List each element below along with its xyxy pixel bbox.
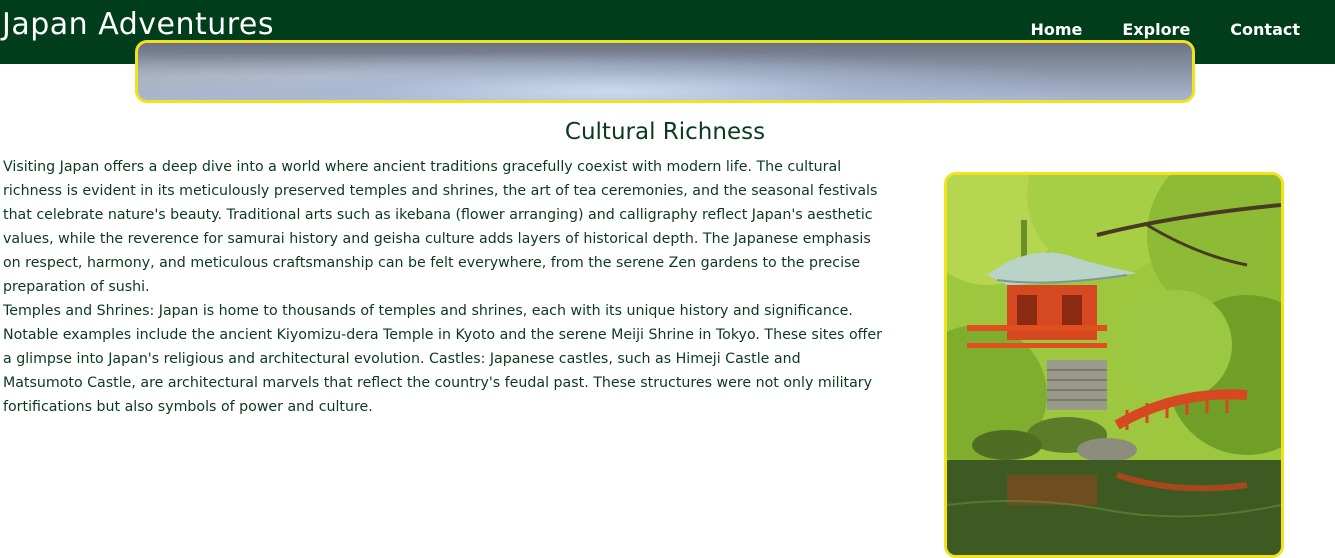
main-nav: Home Explore Contact xyxy=(1030,18,1300,42)
nav-link-explore[interactable]: Explore xyxy=(1122,18,1190,42)
paragraph-temples-castles: Temples and Shrines: Japan is home to th… xyxy=(3,303,882,415)
pagoda-garden-photo xyxy=(944,172,1284,558)
paragraph-intro: Visiting Japan offers a deep dive into a… xyxy=(3,159,878,295)
nav-link-home[interactable]: Home xyxy=(1030,18,1082,42)
nav-link-contact[interactable]: Contact xyxy=(1230,18,1300,42)
section-title: Cultural Richness xyxy=(564,119,766,145)
section-body: Visiting Japan offers a deep dive into a… xyxy=(3,155,883,419)
pagoda-garden-illustration xyxy=(947,175,1281,555)
hero-banner-image xyxy=(135,40,1195,103)
